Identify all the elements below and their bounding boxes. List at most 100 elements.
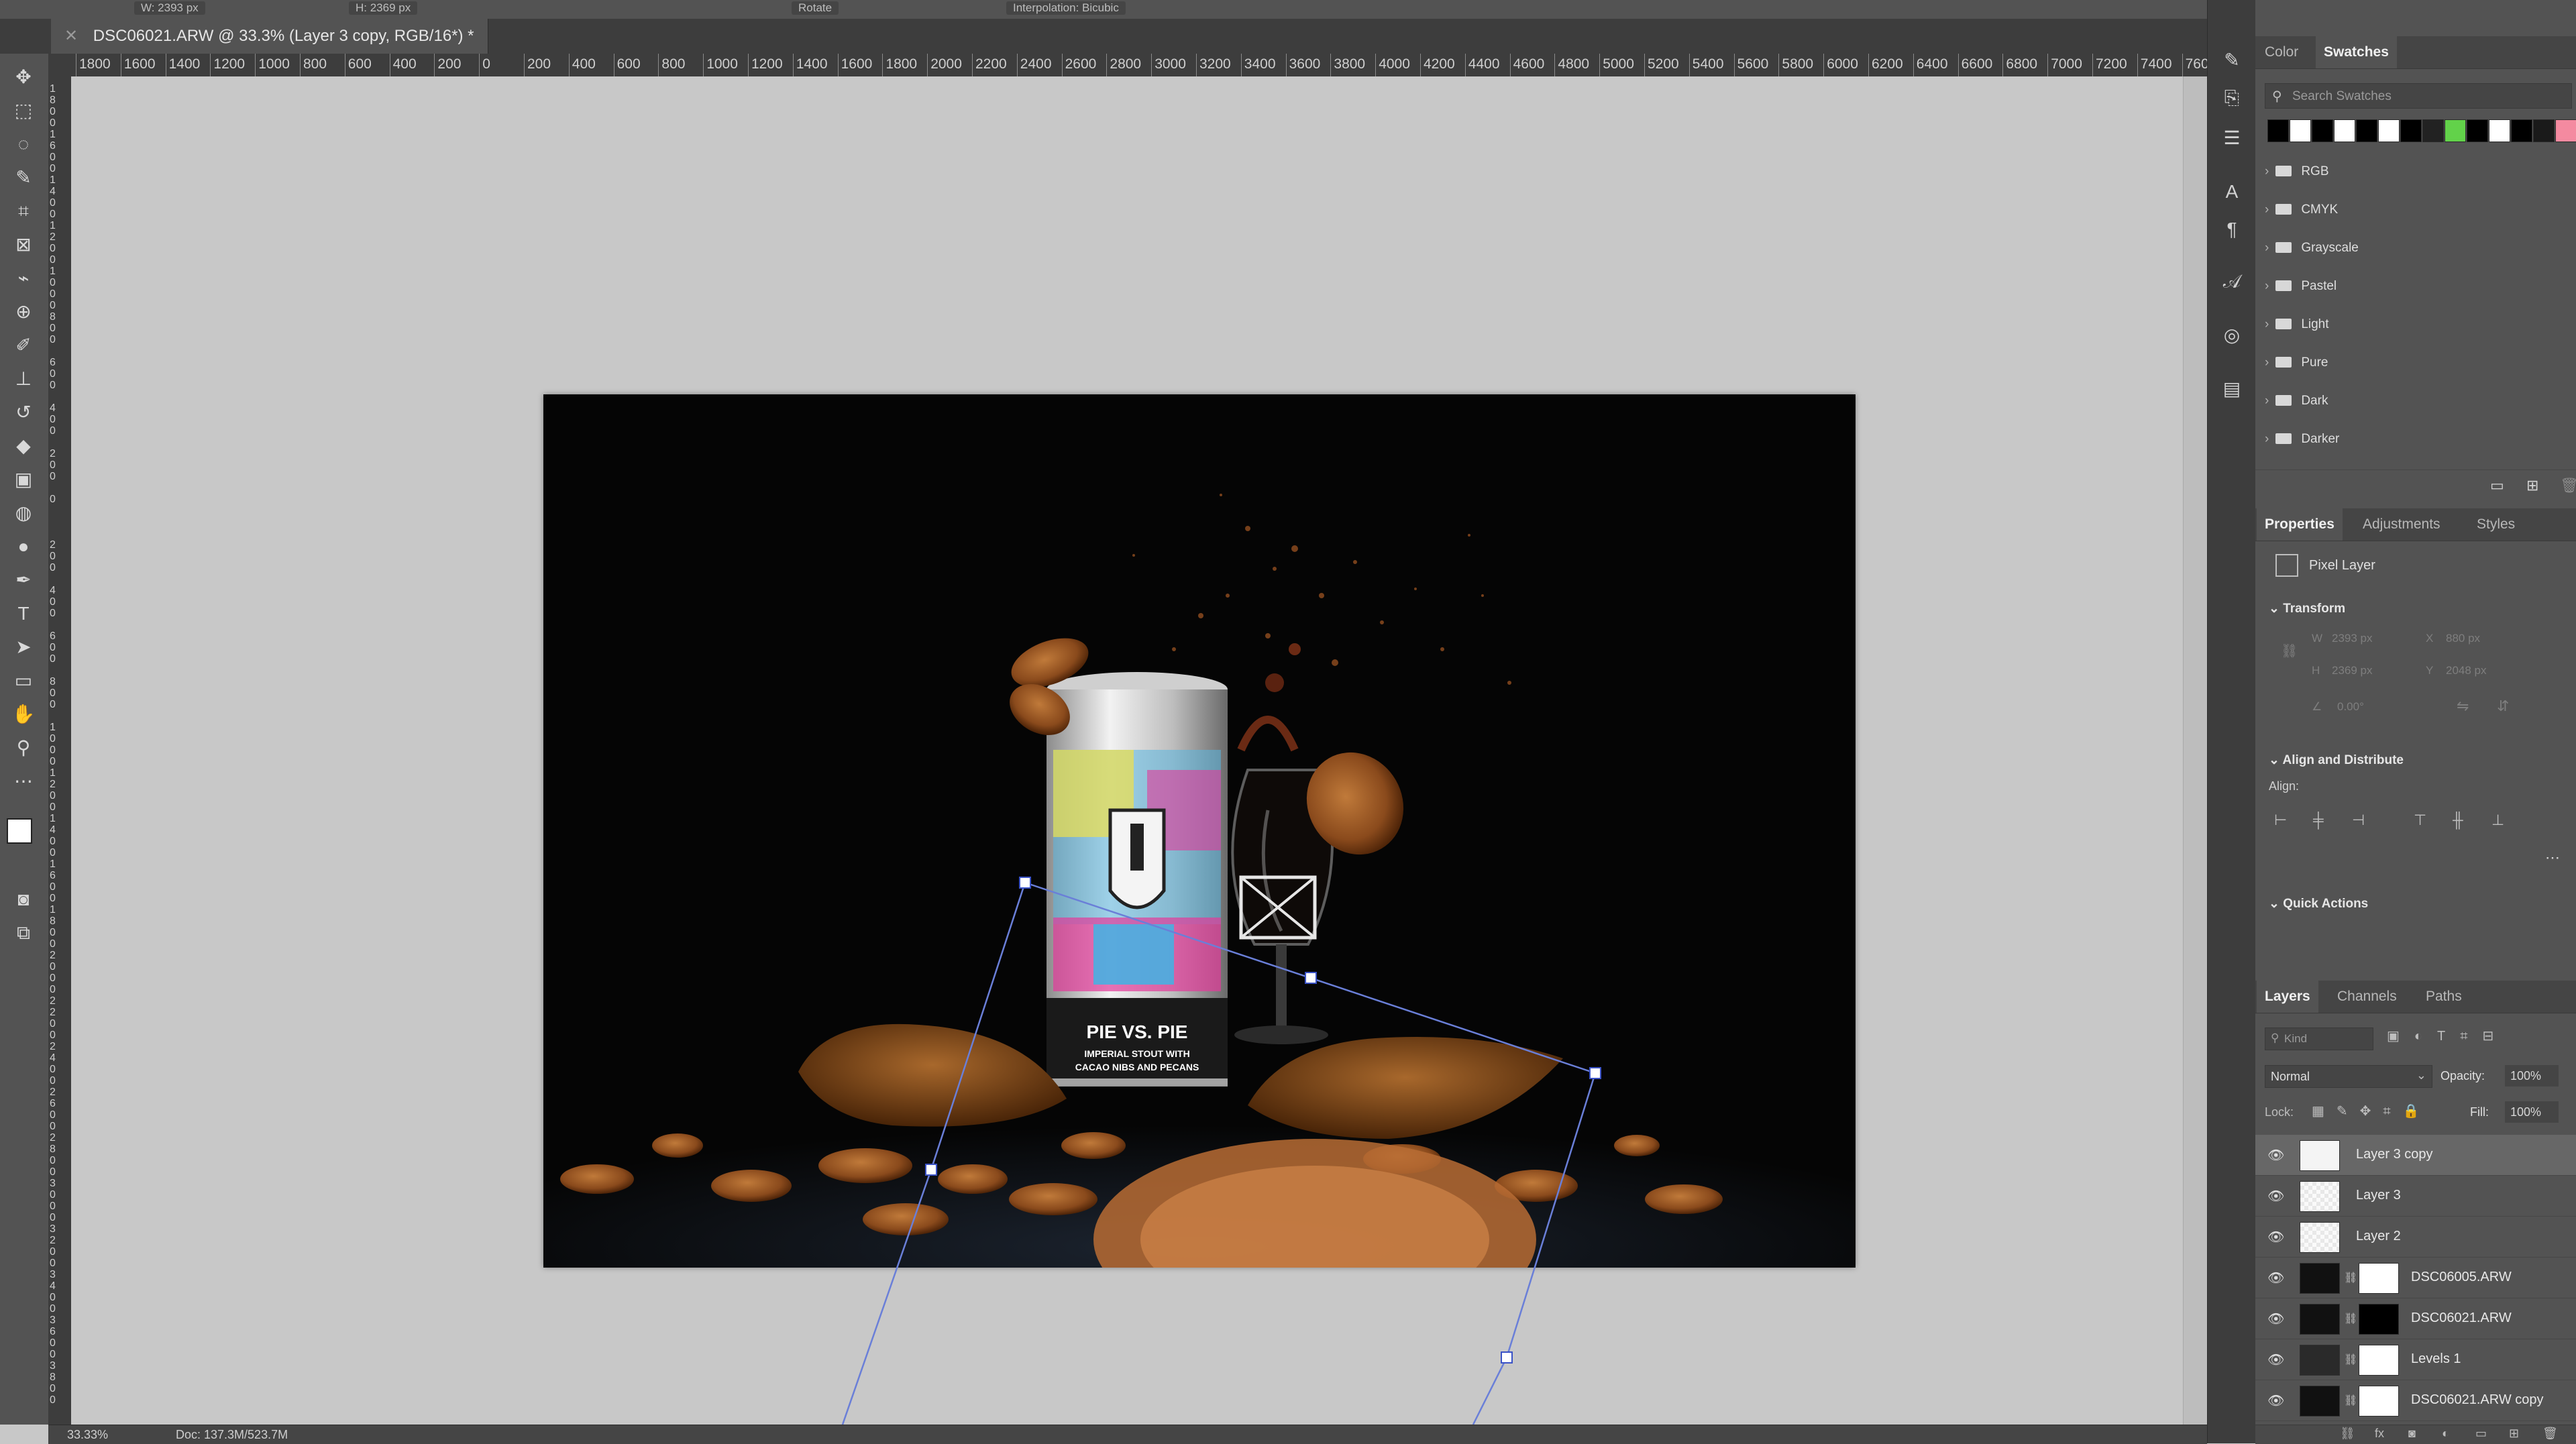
tab-adjustments[interactable]: Adjustments — [2355, 508, 2449, 541]
swatches-search[interactable]: ⚲ Search Swatches — [2265, 83, 2572, 109]
delete-swatch-icon[interactable]: 🗑 — [2560, 477, 2576, 494]
align-distribute-section[interactable]: ⌄ Align and Distribute — [2269, 753, 2404, 768]
align-horizontal-center-icon[interactable]: ╪ — [2313, 812, 2324, 829]
tab-styles[interactable]: Styles — [2469, 508, 2523, 541]
libraries-icon[interactable]: ▤ — [2217, 376, 2247, 402]
color-swatch[interactable] — [2267, 119, 2289, 142]
blur-tool-icon[interactable]: ◍ — [8, 499, 39, 527]
vertical-ruler[interactable]: 1800 1600 1400 1200 1000 800 600 400 200 0 200 400 6… — [48, 76, 72, 1425]
tab-color[interactable]: Color — [2257, 36, 2306, 68]
visibility-eye-icon[interactable]: 👁 — [2267, 1351, 2284, 1368]
options-width-field[interactable]: W: 2393 px — [134, 1, 205, 15]
color-swatch[interactable] — [2489, 119, 2510, 142]
layer-row[interactable]: 👁 Layer 3 — [2255, 1176, 2576, 1217]
clone-source-icon[interactable]: ⎘ — [2217, 85, 2247, 111]
swatch-folder[interactable]: › Dark — [2265, 386, 2560, 416]
healing-brush-tool-icon[interactable]: ⊕ — [8, 298, 39, 326]
link-icon[interactable]: ⛓ — [2344, 1271, 2357, 1284]
layer-mask-thumbnail[interactable] — [2359, 1304, 2399, 1335]
hand-tool-icon[interactable]: ✋ — [8, 700, 39, 728]
align-bottom-icon[interactable]: ⊥ — [2491, 812, 2504, 829]
layer-style-icon[interactable]: fx — [2375, 1427, 2384, 1441]
frame-tool-icon[interactable]: ⊠ — [8, 231, 39, 259]
layer-row[interactable]: 👁 ⛓ DSC06021.ARW — [2255, 1298, 2576, 1339]
fill-field[interactable]: 100% — [2505, 1101, 2559, 1123]
transform-height[interactable]: 2369 px — [2332, 664, 2373, 677]
canvas-area[interactable]: PIE VS. PIE IMPERIAL STOUT WITH CACAO NI… — [71, 76, 2183, 1425]
rectangle-tool-icon[interactable]: ▭ — [8, 667, 39, 695]
layer-row[interactable]: 👁 ⛓ DSC06005.ARW — [2255, 1258, 2576, 1298]
swatches-search-input[interactable]: Search Swatches — [2292, 89, 2392, 104]
align-right-icon[interactable]: ⊣ — [2352, 812, 2365, 829]
history-brush-tool-icon[interactable]: ↺ — [8, 398, 39, 427]
transform-handle-top-left[interactable] — [1019, 877, 1031, 889]
transform-handle-left-middle[interactable] — [925, 1164, 937, 1176]
link-icon[interactable]: ⛓ — [2344, 1312, 2357, 1325]
align-left-icon[interactable]: ⊢ — [2274, 812, 2287, 829]
marquee-tool-icon[interactable]: ⬚ — [8, 97, 39, 125]
options-rotate-field[interactable]: Rotate — [792, 1, 839, 15]
swatch-folder[interactable]: › Grayscale — [2265, 233, 2560, 263]
tab-paths[interactable]: Paths — [2418, 981, 2470, 1013]
screen-mode-icon[interactable]: ⧉ — [8, 919, 39, 947]
move-tool-icon[interactable]: ✥ — [8, 63, 39, 91]
eyedropper-tool-icon[interactable]: ⌁ — [8, 264, 39, 292]
align-vertical-center-icon[interactable]: ╫ — [2453, 812, 2463, 829]
layer-row[interactable]: 👁 ⛓ Levels 1 — [2255, 1339, 2576, 1380]
visibility-eye-icon[interactable]: 👁 — [2267, 1188, 2284, 1205]
visibility-eye-icon[interactable]: 👁 — [2267, 1270, 2284, 1286]
lock-icons[interactable]: ▦✎✥⌗🔒 — [2312, 1103, 2432, 1119]
color-swatch[interactable] — [2511, 119, 2532, 142]
magic-wand-tool-icon[interactable]: ✎ — [8, 164, 39, 192]
navigator-icon[interactable]: ◎ — [2217, 322, 2247, 349]
swatch-folder[interactable]: › RGB — [2265, 157, 2560, 186]
blend-mode-select[interactable]: Normal ⌄ — [2265, 1065, 2432, 1088]
transform-handle-top-middle[interactable] — [1305, 972, 1317, 984]
zoom-level[interactable]: 33.33% — [67, 1428, 108, 1442]
color-swatch[interactable] — [2555, 119, 2576, 142]
tab-swatches[interactable]: Swatches — [2316, 36, 2397, 68]
swatch-folder[interactable]: › CMYK — [2265, 195, 2560, 225]
new-group-icon[interactable]: ▭ — [2490, 477, 2504, 494]
swatch-folder[interactable]: › Light — [2265, 310, 2560, 339]
swatch-folder[interactable]: › Pastel — [2265, 272, 2560, 301]
color-swatch[interactable] — [2290, 119, 2311, 142]
brush-settings-icon[interactable]: ✎ — [2217, 47, 2247, 74]
align-top-icon[interactable]: ⊤ — [2414, 812, 2426, 829]
link-layers-icon[interactable]: ⛓ — [2340, 1427, 2355, 1441]
gradient-tool-icon[interactable]: ▣ — [8, 465, 39, 494]
transform-handle-top-right[interactable] — [1589, 1067, 1601, 1079]
color-swatch[interactable] — [2400, 119, 2422, 142]
dodge-tool-icon[interactable]: ● — [8, 533, 39, 561]
canvas-vertical-scrollbar[interactable] — [2183, 76, 2208, 1425]
adjustments-icon[interactable]: ☰ — [2217, 125, 2247, 152]
path-selection-tool-icon[interactable]: ➤ — [8, 633, 39, 661]
tab-channels[interactable]: Channels — [2329, 981, 2405, 1013]
quick-actions-section[interactable]: ⌄ Quick Actions — [2269, 896, 2368, 911]
add-mask-icon[interactable]: ◙ — [2408, 1427, 2416, 1441]
more-options-icon[interactable]: ⋯ — [2545, 849, 2560, 867]
transform-section[interactable]: ⌄ Transform — [2269, 601, 2345, 616]
visibility-eye-icon[interactable]: 👁 — [2267, 1147, 2284, 1164]
foreground-color-swatch[interactable] — [7, 818, 32, 844]
visibility-eye-icon[interactable]: 👁 — [2267, 1311, 2284, 1327]
close-tab-icon[interactable]: ✕ — [64, 27, 78, 45]
color-swatch[interactable] — [2334, 119, 2355, 142]
paragraph-icon[interactable]: ¶ — [2217, 216, 2247, 243]
pen-tool-icon[interactable]: ✒ — [8, 566, 39, 594]
more-tools-icon[interactable]: ⋯ — [8, 767, 39, 795]
layer-mask-thumbnail[interactable] — [2359, 1386, 2399, 1417]
new-group-icon[interactable]: ▭ — [2475, 1427, 2487, 1441]
adjustment-layer-icon[interactable]: ◐ — [2442, 1427, 2449, 1441]
clone-stamp-tool-icon[interactable]: ⊥ — [8, 365, 39, 393]
flip-horizontal-icon[interactable]: ⇋ — [2457, 698, 2469, 715]
link-icon[interactable]: ⛓ — [2344, 1353, 2357, 1366]
transform-bounding-box[interactable] — [71, 76, 2183, 1425]
document-tab[interactable]: ✕ DSC06021.ARW @ 33.3% (Layer 3 copy, RG… — [51, 19, 488, 54]
color-swatch[interactable] — [2378, 119, 2400, 142]
color-swatch[interactable] — [2422, 119, 2444, 142]
visibility-eye-icon[interactable]: 👁 — [2267, 1392, 2284, 1409]
layer-mask-thumbnail[interactable] — [2359, 1263, 2399, 1294]
glyphs-icon[interactable]: 𝒜 — [2217, 268, 2247, 295]
transform-angle[interactable]: 0.00° — [2337, 700, 2364, 714]
